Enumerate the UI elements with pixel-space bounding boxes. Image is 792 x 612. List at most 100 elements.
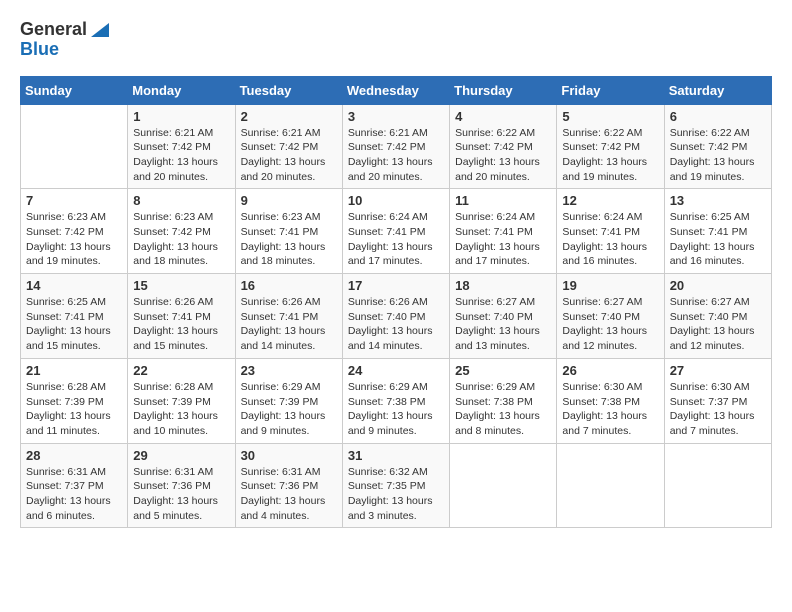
day-number: 12: [562, 193, 658, 208]
day-number: 3: [348, 109, 444, 124]
page-header: General Blue: [20, 20, 772, 60]
day-info: Sunrise: 6:21 AM Sunset: 7:42 PM Dayligh…: [241, 126, 337, 185]
day-info: Sunrise: 6:22 AM Sunset: 7:42 PM Dayligh…: [455, 126, 551, 185]
calendar-cell: 12 Sunrise: 6:24 AM Sunset: 7:41 PM Dayli…: [557, 189, 664, 274]
calendar-cell: [664, 443, 771, 528]
calendar-cell: 7Sunrise: 6:23 AM Sunset: 7:42 PM Daylig…: [21, 189, 128, 274]
calendar-cell: 25 Sunrise: 6:29 AM Sunset: 7:38 PM Dayli…: [450, 358, 557, 443]
weekday-header-cell: Tuesday: [235, 76, 342, 104]
calendar-cell: 9 Sunrise: 6:23 AM Sunset: 7:41 PM Daylig…: [235, 189, 342, 274]
day-info: Sunrise: 6:25 AM Sunset: 7:41 PM Dayligh…: [670, 210, 766, 269]
day-info: Sunrise: 6:26 AM Sunset: 7:40 PM Dayligh…: [348, 295, 444, 354]
day-number: 24: [348, 363, 444, 378]
calendar-cell: 26 Sunrise: 6:30 AM Sunset: 7:38 PM Dayli…: [557, 358, 664, 443]
calendar-cell: 13 Sunrise: 6:25 AM Sunset: 7:41 PM Dayli…: [664, 189, 771, 274]
day-number: 23: [241, 363, 337, 378]
day-number: 19: [562, 278, 658, 293]
day-info: Sunrise: 6:31 AM Sunset: 7:37 PM Dayligh…: [26, 465, 122, 524]
day-number: 25: [455, 363, 551, 378]
day-info: Sunrise: 6:22 AM Sunset: 7:42 PM Dayligh…: [670, 126, 766, 185]
calendar-cell: 2 Sunrise: 6:21 AM Sunset: 7:42 PM Daylig…: [235, 104, 342, 189]
logo-general: General: [20, 20, 87, 40]
day-info: Sunrise: 6:24 AM Sunset: 7:41 PM Dayligh…: [562, 210, 658, 269]
calendar-cell: [450, 443, 557, 528]
day-info: Sunrise: 6:24 AM Sunset: 7:41 PM Dayligh…: [455, 210, 551, 269]
day-number: 26: [562, 363, 658, 378]
day-number: 31: [348, 448, 444, 463]
logo-blue: Blue: [20, 40, 111, 60]
logo-text: General Blue: [20, 20, 111, 60]
day-number: 30: [241, 448, 337, 463]
calendar-cell: 6Sunrise: 6:22 AM Sunset: 7:42 PM Daylig…: [664, 104, 771, 189]
calendar-cell: [557, 443, 664, 528]
day-number: 21: [26, 363, 122, 378]
logo-triangle-icon: [89, 21, 111, 39]
calendar-cell: 21 Sunrise: 6:28 AM Sunset: 7:39 PM Dayli…: [21, 358, 128, 443]
calendar-cell: 20Sunrise: 6:27 AM Sunset: 7:40 PM Dayli…: [664, 274, 771, 359]
day-info: Sunrise: 6:21 AM Sunset: 7:42 PM Dayligh…: [348, 126, 444, 185]
day-info: Sunrise: 6:27 AM Sunset: 7:40 PM Dayligh…: [562, 295, 658, 354]
weekday-header-cell: Thursday: [450, 76, 557, 104]
calendar-week-row: 21 Sunrise: 6:28 AM Sunset: 7:39 PM Dayli…: [21, 358, 772, 443]
calendar-cell: 17 Sunrise: 6:26 AM Sunset: 7:40 PM Dayli…: [342, 274, 449, 359]
day-info: Sunrise: 6:23 AM Sunset: 7:42 PM Dayligh…: [133, 210, 229, 269]
calendar-week-row: 28 Sunrise: 6:31 AM Sunset: 7:37 PM Dayli…: [21, 443, 772, 528]
day-number: 29: [133, 448, 229, 463]
day-number: 13: [670, 193, 766, 208]
day-number: 2: [241, 109, 337, 124]
day-number: 28: [26, 448, 122, 463]
weekday-header-cell: Wednesday: [342, 76, 449, 104]
calendar-cell: 1Sunrise: 6:21 AM Sunset: 7:42 PM Daylig…: [128, 104, 235, 189]
day-number: 10: [348, 193, 444, 208]
weekday-header-cell: Friday: [557, 76, 664, 104]
day-number: 4: [455, 109, 551, 124]
calendar-cell: 10Sunrise: 6:24 AM Sunset: 7:41 PM Dayli…: [342, 189, 449, 274]
calendar-cell: 8Sunrise: 6:23 AM Sunset: 7:42 PM Daylig…: [128, 189, 235, 274]
day-info: Sunrise: 6:30 AM Sunset: 7:37 PM Dayligh…: [670, 380, 766, 439]
day-info: Sunrise: 6:27 AM Sunset: 7:40 PM Dayligh…: [455, 295, 551, 354]
day-number: 18: [455, 278, 551, 293]
day-number: 1: [133, 109, 229, 124]
calendar-cell: 29 Sunrise: 6:31 AM Sunset: 7:36 PM Dayli…: [128, 443, 235, 528]
calendar-table: SundayMondayTuesdayWednesdayThursdayFrid…: [20, 76, 772, 529]
calendar-week-row: 1 Sunrise: 6:21 AM Sunset: 7:42 PM Daylig…: [21, 104, 772, 189]
day-number: 27: [670, 363, 766, 378]
day-number: 14: [26, 278, 122, 293]
calendar-cell: 11Sunrise: 6:24 AM Sunset: 7:41 PM Dayli…: [450, 189, 557, 274]
day-number: 7: [26, 193, 122, 208]
calendar-cell: 22Sunrise: 6:28 AM Sunset: 7:39 PM Dayli…: [128, 358, 235, 443]
day-info: Sunrise: 6:25 AM Sunset: 7:41 PM Dayligh…: [26, 295, 122, 354]
day-info: Sunrise: 6:29 AM Sunset: 7:38 PM Dayligh…: [455, 380, 551, 439]
weekday-header-cell: Sunday: [21, 76, 128, 104]
calendar-cell: 24 Sunrise: 6:29 AM Sunset: 7:38 PM Dayli…: [342, 358, 449, 443]
calendar-cell: 18 Sunrise: 6:27 AM Sunset: 7:40 PM Dayli…: [450, 274, 557, 359]
calendar-cell: 28 Sunrise: 6:31 AM Sunset: 7:37 PM Dayli…: [21, 443, 128, 528]
day-info: Sunrise: 6:29 AM Sunset: 7:38 PM Dayligh…: [348, 380, 444, 439]
day-info: Sunrise: 6:31 AM Sunset: 7:36 PM Dayligh…: [241, 465, 337, 524]
weekday-header-cell: Saturday: [664, 76, 771, 104]
day-number: 5: [562, 109, 658, 124]
day-info: Sunrise: 6:27 AM Sunset: 7:40 PM Dayligh…: [670, 295, 766, 354]
calendar-cell: 14 Sunrise: 6:25 AM Sunset: 7:41 PM Dayli…: [21, 274, 128, 359]
day-info: Sunrise: 6:23 AM Sunset: 7:41 PM Dayligh…: [241, 210, 337, 269]
day-info: Sunrise: 6:31 AM Sunset: 7:36 PM Dayligh…: [133, 465, 229, 524]
weekday-header-cell: Monday: [128, 76, 235, 104]
calendar-cell: 30 Sunrise: 6:31 AM Sunset: 7:36 PM Dayli…: [235, 443, 342, 528]
weekday-header-row: SundayMondayTuesdayWednesdayThursdayFrid…: [21, 76, 772, 104]
logo: General Blue: [20, 20, 111, 60]
day-number: 9: [241, 193, 337, 208]
calendar-cell: 31Sunrise: 6:32 AM Sunset: 7:35 PM Dayli…: [342, 443, 449, 528]
calendar-cell: [21, 104, 128, 189]
calendar-cell: 19 Sunrise: 6:27 AM Sunset: 7:40 PM Dayli…: [557, 274, 664, 359]
day-info: Sunrise: 6:26 AM Sunset: 7:41 PM Dayligh…: [241, 295, 337, 354]
day-number: 16: [241, 278, 337, 293]
calendar-week-row: 7 Sunrise: 6:23 AM Sunset: 7:42 PM Daylig…: [21, 189, 772, 274]
day-number: 15: [133, 278, 229, 293]
day-number: 22: [133, 363, 229, 378]
day-info: Sunrise: 6:28 AM Sunset: 7:39 PM Dayligh…: [26, 380, 122, 439]
calendar-cell: 4 Sunrise: 6:22 AM Sunset: 7:42 PM Daylig…: [450, 104, 557, 189]
calendar-cell: 5Sunrise: 6:22 AM Sunset: 7:42 PM Daylig…: [557, 104, 664, 189]
day-info: Sunrise: 6:30 AM Sunset: 7:38 PM Dayligh…: [562, 380, 658, 439]
day-number: 17: [348, 278, 444, 293]
calendar-cell: 15Sunrise: 6:26 AM Sunset: 7:41 PM Dayli…: [128, 274, 235, 359]
